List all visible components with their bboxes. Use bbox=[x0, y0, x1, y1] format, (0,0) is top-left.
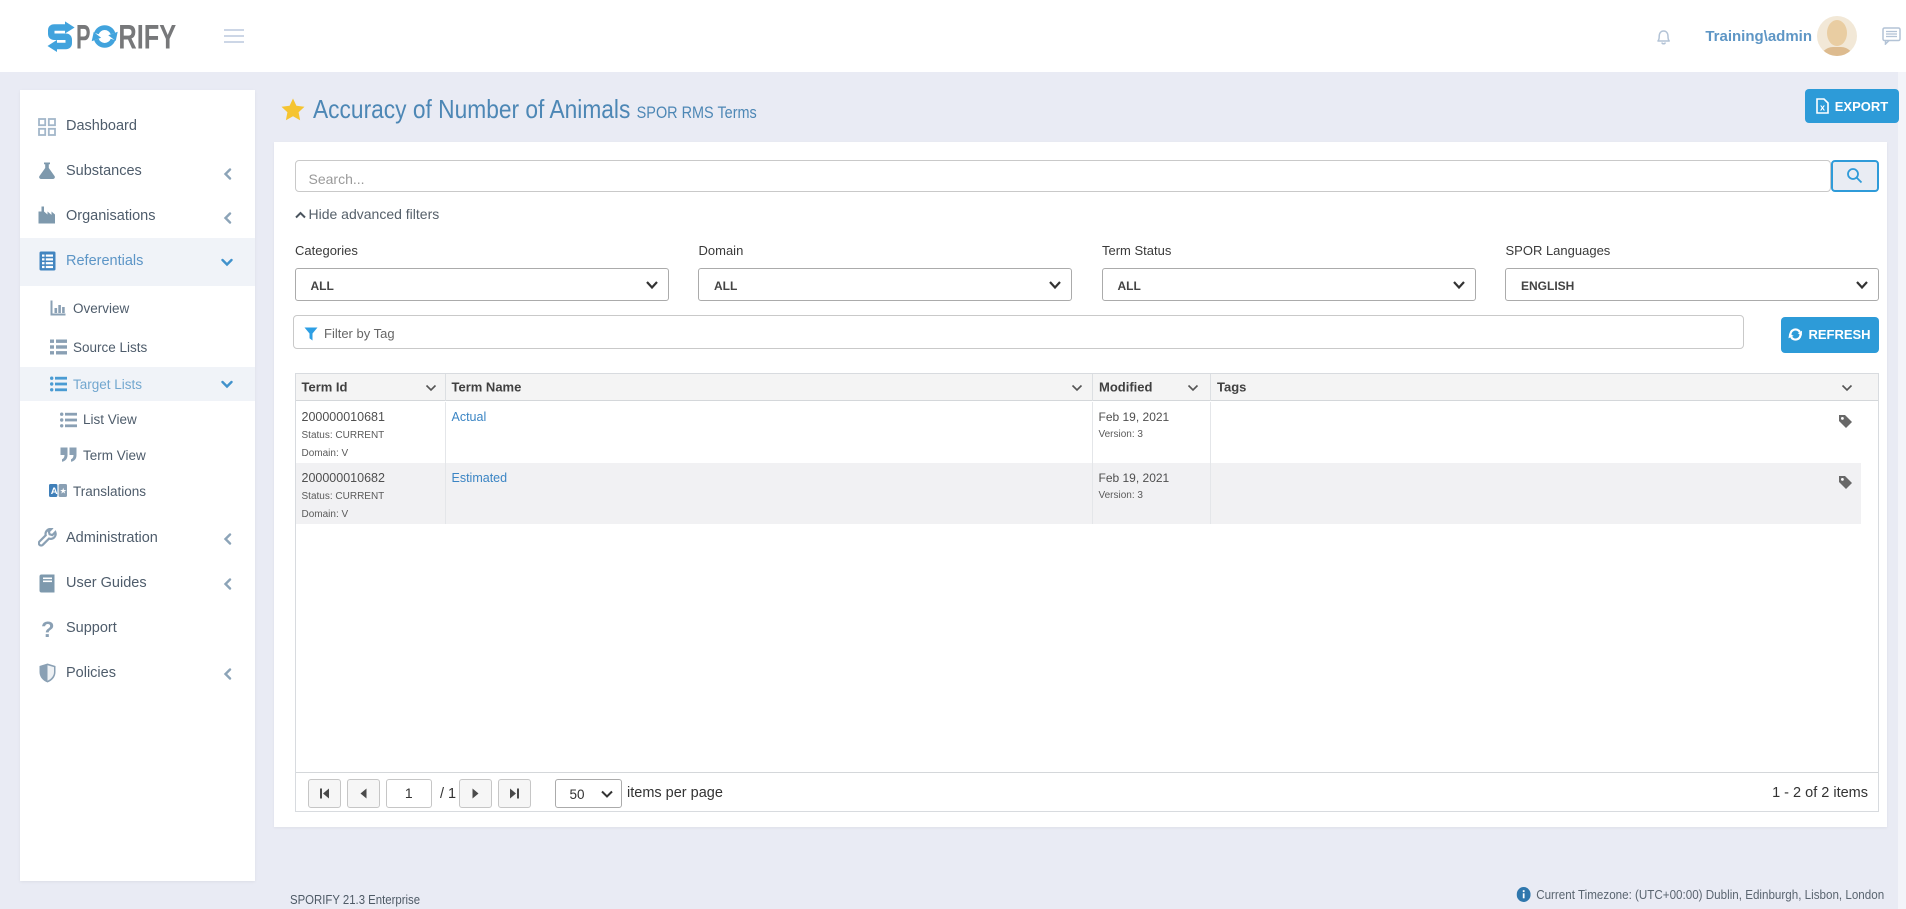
svg-text:RIFY: RIFY bbox=[118, 20, 176, 54]
svg-text:A: A bbox=[51, 486, 58, 497]
svg-text:★: ★ bbox=[60, 487, 67, 496]
svg-text:x: x bbox=[1820, 103, 1825, 113]
svg-text:P: P bbox=[76, 20, 91, 54]
